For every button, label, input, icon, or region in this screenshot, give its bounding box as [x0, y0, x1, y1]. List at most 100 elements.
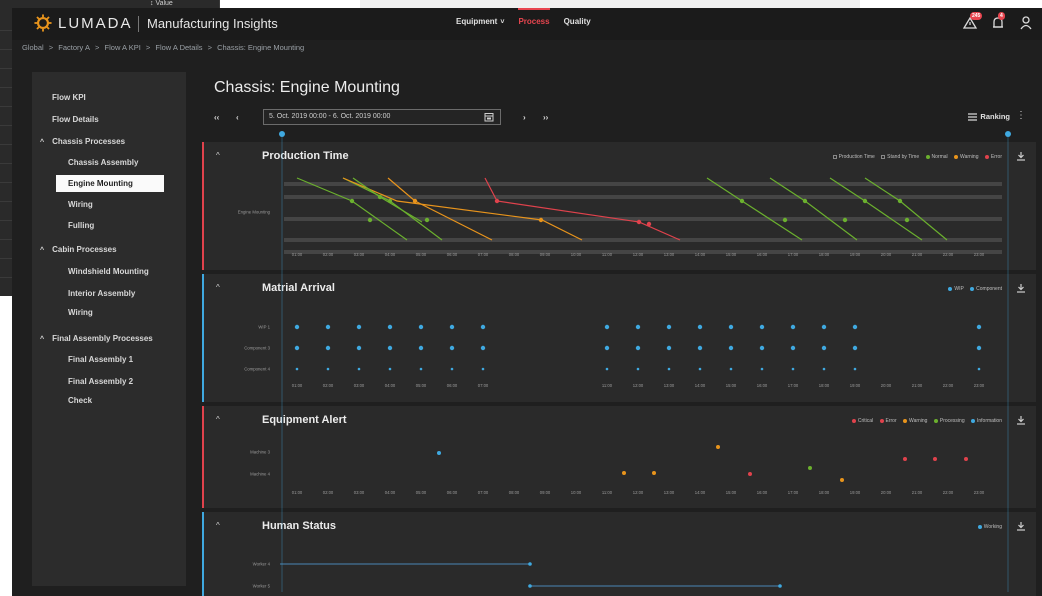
arrival-point: [667, 367, 671, 371]
time-tick-label: 14:00: [695, 490, 706, 495]
date-range-input[interactable]: 5. Oct. 2019 00:00 - 6. Oct. 2019 00:00: [263, 109, 501, 125]
time-tick-label: 11:00: [602, 252, 613, 257]
user-button[interactable]: [1018, 15, 1034, 31]
time-tick-label: 18:00: [819, 383, 830, 388]
next-period-button[interactable]: ›: [523, 113, 526, 122]
more-options-button[interactable]: ⋮: [1016, 110, 1026, 121]
arrival-point: [729, 367, 733, 371]
production-line: [342, 177, 583, 241]
panel-production-time: ^ Production Time Production Time Stand …: [202, 142, 1036, 270]
alert-point: [622, 471, 626, 475]
row-label: WIP 1: [258, 325, 270, 330]
chevron-down-icon: ˅: [500, 19, 505, 26]
time-tick-label: 20:00: [881, 383, 892, 388]
sidebar-item-fulling[interactable]: Fulling: [68, 221, 94, 230]
production-point: [538, 217, 544, 223]
production-point: [842, 217, 848, 223]
sidebar-group-label: Cabin Processes: [52, 245, 117, 254]
arrival-point: [636, 367, 640, 371]
sidebar-item-windshield-mounting[interactable]: Windshield Mounting: [68, 267, 149, 276]
production-line: [706, 177, 803, 241]
production-point: [377, 194, 383, 200]
production-point: [646, 221, 652, 227]
sidebar-item-flow-details[interactable]: Flow Details: [52, 115, 99, 124]
row-label: Engine Mounting: [238, 210, 271, 215]
time-tick-label: 02:00: [323, 383, 334, 388]
time-tick-label: 18:00: [819, 252, 830, 257]
top-bar: LUMADA Manufacturing Insights Equipment ˅…: [12, 8, 1042, 40]
arrival-point: [326, 367, 330, 371]
production-point: [904, 217, 910, 223]
app-title: Manufacturing Insights: [147, 16, 278, 31]
time-tick-label: 01:00: [292, 252, 303, 257]
time-tick-label: 15:00: [726, 252, 737, 257]
time-tick-label: 19:00: [850, 490, 861, 495]
arrival-point: [728, 324, 734, 330]
nav-process[interactable]: Process: [518, 8, 550, 26]
time-tick-label: 05:00: [416, 252, 427, 257]
time-tick-label: 02:00: [323, 490, 334, 495]
arrival-point: [821, 345, 827, 351]
sidebar-item-wiring-cabin[interactable]: Wiring: [68, 308, 93, 317]
arrival-point: [450, 367, 454, 371]
arrival-point: [418, 324, 424, 330]
row-label: Worker 4: [253, 562, 271, 567]
arrival-point: [635, 345, 641, 351]
arrival-point: [387, 324, 393, 330]
previous-period-button[interactable]: ‹: [236, 113, 239, 122]
sidebar-item-check[interactable]: Check: [68, 396, 92, 405]
arrival-point: [294, 345, 300, 351]
arrival-point: [449, 324, 455, 330]
last-period-button[interactable]: ››: [543, 113, 548, 122]
first-period-button[interactable]: ‹‹: [214, 113, 219, 122]
chevron-up-icon: ^: [40, 336, 45, 343]
time-tick-label: 22:00: [943, 490, 954, 495]
sidebar-item-interior-assembly[interactable]: Interior Assembly: [68, 289, 135, 298]
logo-divider: [138, 16, 139, 32]
main-content: Chassis: Engine Mounting ‹‹ ‹ 5. Oct. 20…: [198, 72, 1038, 596]
breadcrumb-flow-a-details[interactable]: Flow A Details: [155, 43, 202, 52]
time-tick-label: 14:00: [695, 252, 706, 257]
time-tick-label: 22:00: [943, 252, 954, 257]
time-tick-label: 19:00: [850, 252, 861, 257]
calendar-icon[interactable]: [484, 112, 494, 122]
time-tick-label: 01:00: [292, 490, 303, 495]
breadcrumb-flow-a-kpi[interactable]: Flow A KPI: [105, 43, 141, 52]
time-tick-label: 07:00: [478, 252, 489, 257]
sidebar-item-wiring[interactable]: Wiring: [68, 200, 93, 209]
sidebar-item-flow-kpi[interactable]: Flow KPI: [52, 93, 86, 102]
time-tick-label: 23:00: [974, 383, 985, 388]
time-tick-label: 16:00: [757, 490, 768, 495]
nav-quality[interactable]: Quality: [564, 17, 591, 26]
time-tick-label: 06:00: [447, 490, 458, 495]
panel-equipment-alert: ^ Equipment Alert Critical Error Warning…: [202, 406, 1036, 508]
time-tick-label: 08:00: [509, 252, 520, 257]
breadcrumb-current: Chassis: Engine Mounting: [217, 43, 305, 52]
page-title: Chassis: Engine Mounting: [214, 79, 400, 96]
time-tick-label: 18:00: [819, 490, 830, 495]
time-tick-label: 23:00: [974, 252, 985, 257]
logo-text: LUMADA: [58, 15, 133, 32]
breadcrumb-global[interactable]: Global: [22, 43, 44, 52]
arrival-point: [976, 324, 982, 330]
sidebar-group-final-assembly[interactable]: ^ Final Assembly Processes: [40, 334, 153, 343]
range-end-handle: [1005, 131, 1011, 137]
alarm-button[interactable]: 245: [962, 12, 983, 31]
sidebar-item-final-assembly-1[interactable]: Final Assembly 1: [68, 355, 133, 364]
main-nav: Equipment ˅ Process Quality: [456, 8, 605, 26]
time-tick-label: 03:00: [354, 252, 365, 257]
breadcrumb-separator: >: [48, 43, 54, 52]
notifications-button[interactable]: 4: [990, 12, 1006, 31]
ghost-value-header: ↕ Value: [150, 0, 173, 7]
sidebar-item-final-assembly-2[interactable]: Final Assembly 2: [68, 377, 133, 386]
production-point: [349, 198, 355, 204]
arrival-point: [388, 367, 392, 371]
breadcrumb-factory-a[interactable]: Factory A: [58, 43, 90, 52]
sidebar-item-engine-mounting[interactable]: Engine Mounting: [56, 175, 164, 192]
nav-equipment[interactable]: Equipment ˅: [456, 17, 504, 26]
sidebar-item-chassis-assembly[interactable]: Chassis Assembly: [68, 158, 138, 167]
nav-equipment-label: Equipment: [456, 17, 498, 26]
sidebar-group-chassis[interactable]: ^ Chassis Processes: [40, 137, 125, 146]
sidebar-group-cabin[interactable]: ^ Cabin Processes: [40, 245, 117, 254]
ranking-button[interactable]: Ranking: [968, 112, 1010, 121]
